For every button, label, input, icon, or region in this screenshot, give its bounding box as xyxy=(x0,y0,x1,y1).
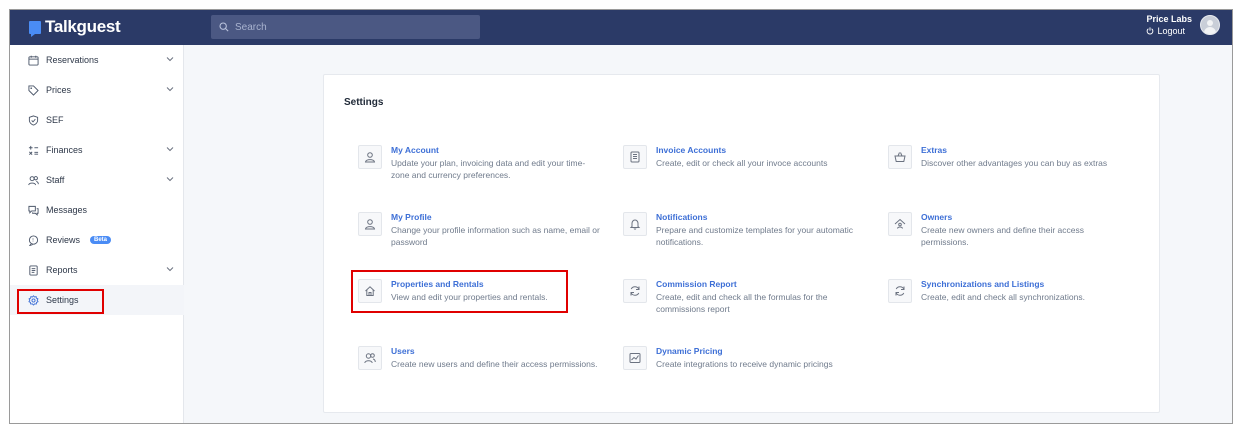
calendar-icon xyxy=(28,55,39,66)
tile-invoice-accounts[interactable]: Invoice Accounts Create, edit or check a… xyxy=(623,145,868,195)
user-icon xyxy=(364,219,376,230)
tag-icon xyxy=(28,84,39,96)
tile-properties-and-rentals[interactable]: Properties and Rentals View and edit you… xyxy=(358,279,603,329)
sidebar-item-staff[interactable]: Staff xyxy=(10,165,184,195)
tile-title[interactable]: Dynamic Pricing xyxy=(656,346,833,356)
tile-title[interactable]: Synchronizations and Listings xyxy=(921,279,1085,289)
tile-description: Update your plan, invoicing data and edi… xyxy=(391,158,586,180)
sidebar-item-label: Staff xyxy=(46,175,65,185)
chevron-down-icon xyxy=(166,267,174,272)
basket-icon xyxy=(894,152,906,162)
chevron-down-icon xyxy=(166,177,174,182)
tile-title[interactable]: My Account xyxy=(391,145,603,155)
sidebar-item-label: Finances xyxy=(46,145,83,155)
sidebar-item-label: Messages xyxy=(46,205,88,215)
tile-description: View and edit your properties and rental… xyxy=(391,292,548,302)
tile-title[interactable]: Extras xyxy=(921,145,1107,155)
search-input[interactable] xyxy=(235,21,455,33)
user-name: Price Labs xyxy=(1146,14,1192,24)
user-menu: Price Labs Logout xyxy=(1146,13,1220,37)
tile-dynamic-pricing[interactable]: Dynamic Pricing Create integrations to r… xyxy=(623,346,868,396)
app-logo[interactable]: Talkguest xyxy=(29,16,121,38)
sidebar-item-label: Prices xyxy=(46,85,72,95)
tile-description: Discover other advantages you can buy as… xyxy=(921,158,1108,168)
chevron-down-icon xyxy=(166,57,174,62)
user-icon xyxy=(364,152,376,163)
beta-badge: Beta xyxy=(90,236,112,244)
tile-description: Create, edit or check all your invoce ac… xyxy=(656,158,828,168)
invoice-icon xyxy=(630,151,640,163)
chat-icon xyxy=(28,205,39,216)
logo-icon xyxy=(29,20,41,37)
tile-description: Change your profile information such as … xyxy=(391,225,600,247)
tile-title[interactable]: Invoice Accounts xyxy=(656,145,828,155)
sidebar-item-reservations[interactable]: Reservations xyxy=(10,45,184,75)
sidebar-item-finances[interactable]: Finances xyxy=(10,135,184,165)
sidebar-item-settings[interactable]: Settings xyxy=(10,285,184,315)
report-icon xyxy=(29,264,38,276)
tile-my-account[interactable]: My Account Update your plan, invoicing d… xyxy=(358,145,603,195)
power-icon xyxy=(1147,27,1154,35)
tile-title[interactable]: Users xyxy=(391,346,597,356)
sidebar-item-messages[interactable]: Messages xyxy=(10,195,184,225)
tile-users[interactable]: Users Create new users and define their … xyxy=(358,346,603,396)
chevron-down-icon xyxy=(166,87,174,92)
search-box[interactable] xyxy=(211,15,480,39)
users-icon xyxy=(364,353,376,364)
sidebar-item-label: Reports xyxy=(46,265,78,275)
app-name: Talkguest xyxy=(45,17,121,36)
tile-description: Create, edit and check all the formulas … xyxy=(656,292,828,314)
tile-title[interactable]: Owners xyxy=(921,212,1133,222)
tile-my-profile[interactable]: My Profile Change your profile informati… xyxy=(358,212,603,262)
tile-notifications[interactable]: Notifications Prepare and customize temp… xyxy=(623,212,868,262)
logout-label: Logout xyxy=(1157,26,1185,36)
tile-commission-report[interactable]: Commission Report Create, edit and check… xyxy=(623,279,868,329)
tile-description: Create, edit and check all synchronizati… xyxy=(921,292,1085,302)
tile-extras[interactable]: Extras Discover other advantages you can… xyxy=(888,145,1133,195)
tile-title[interactable]: Properties and Rentals xyxy=(391,279,548,289)
svg-text:!: ! xyxy=(32,237,34,243)
star-chat-icon: ! xyxy=(28,234,39,246)
shield-icon xyxy=(28,114,39,126)
sidebar-item-prices[interactable]: Prices xyxy=(10,75,184,105)
sidebar-item-sef[interactable]: SEF xyxy=(10,105,184,135)
refresh-icon xyxy=(630,286,640,296)
tile-description: Create new users and define their access… xyxy=(391,359,598,369)
owner-house-icon xyxy=(894,218,906,229)
app-window: Talkguest Price Labs Logout Reservations xyxy=(9,9,1233,424)
bell-icon xyxy=(629,219,641,230)
chevron-down-icon xyxy=(166,147,174,152)
tile-synchronizations-and-listings[interactable]: Synchronizations and Listings Create, ed… xyxy=(888,279,1133,329)
settings-card: Settings My Account Update your plan, in… xyxy=(323,74,1160,413)
sidebar-item-reviews[interactable]: ! Reviews Beta xyxy=(10,225,184,255)
page-title: Settings xyxy=(344,97,384,108)
sidebar-item-reports[interactable]: Reports xyxy=(10,255,184,285)
tile-title[interactable]: My Profile xyxy=(391,212,603,222)
tile-owners[interactable]: Owners Create new owners and define thei… xyxy=(888,212,1133,262)
tile-description: Create new owners and define their acces… xyxy=(921,225,1085,247)
house-icon xyxy=(365,286,375,296)
sidebar-item-label: SEF xyxy=(46,115,64,125)
users-icon xyxy=(28,175,39,185)
tile-description: Create integrations to receive dynamic p… xyxy=(656,359,833,369)
chart-icon xyxy=(629,353,641,363)
tile-title[interactable]: Notifications xyxy=(656,212,868,222)
tile-description: Prepare and customize templates for your… xyxy=(656,225,854,247)
gear-icon xyxy=(28,294,39,306)
sync-icon xyxy=(895,286,905,296)
top-bar: Talkguest Price Labs Logout xyxy=(10,10,1232,45)
logout-button[interactable]: Logout xyxy=(1146,25,1185,37)
avatar[interactable] xyxy=(1200,15,1220,35)
calculator-icon xyxy=(28,145,39,155)
search-icon xyxy=(219,22,229,32)
sidebar: Reservations Prices SEF Finances Staff M… xyxy=(10,45,184,423)
tile-title[interactable]: Commission Report xyxy=(656,279,868,289)
sidebar-item-label: Reviews xyxy=(46,235,81,245)
sidebar-item-label: Settings xyxy=(46,295,79,305)
sidebar-item-label: Reservations xyxy=(46,55,99,65)
